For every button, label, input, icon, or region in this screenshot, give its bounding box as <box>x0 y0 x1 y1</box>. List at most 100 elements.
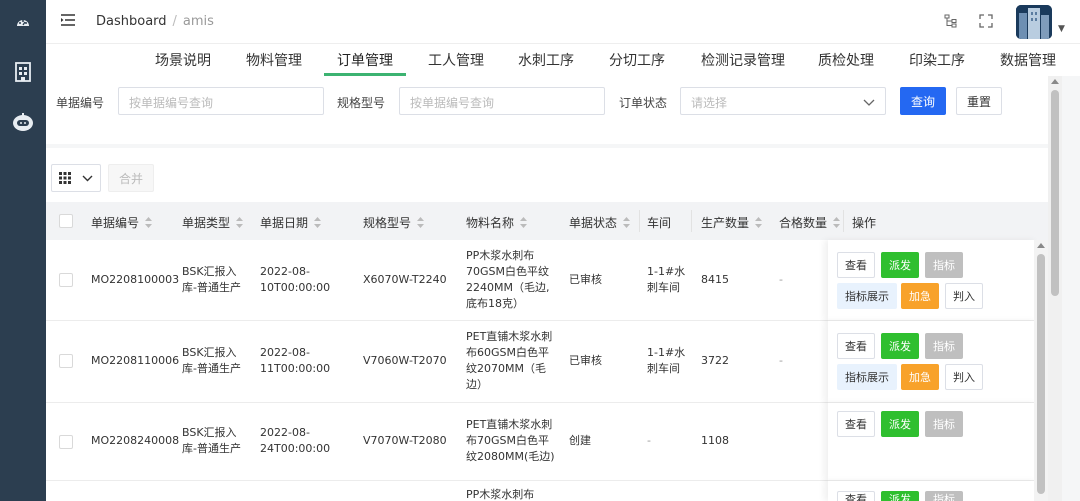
cell-production-qty: 1108 <box>701 434 729 447</box>
table-scrollbar-thumb[interactable] <box>1037 254 1045 494</box>
urgent-button[interactable]: 加急 <box>901 364 939 390</box>
cell-material-name: PP木浆水刺布 70GSM白色平纹 2240MM（毛边, 底布18克） <box>466 249 550 310</box>
cell-spec-model: V7070W-T2080 <box>363 434 447 447</box>
col-production-qty[interactable]: 生产数量 <box>701 214 763 231</box>
user-avatar[interactable] <box>1016 5 1052 39</box>
cell-order-type: BSK汇报入 库-普通生产 <box>182 346 241 375</box>
col-order-number[interactable]: 单据编号 <box>91 214 153 231</box>
cell-order-date: 2022-08- 24T00:00:00 <box>260 426 331 455</box>
robot-icon[interactable] <box>11 110 35 134</box>
col-order-type[interactable]: 单据类型 <box>182 214 244 231</box>
cell-material-name: PET直铺木浆水刺 布70GSM白色平 纹2080MM(毛边) <box>466 418 555 463</box>
filter-form: 单据编号 按单据编号查询 规格型号 按单据编号查询 订单状态 请选择 查询 重置 <box>46 76 1048 144</box>
table-scrollbar[interactable] <box>1034 240 1048 501</box>
cell-order-type: BSK汇报入 库-普通生产 <box>182 426 241 455</box>
spec-model-input[interactable]: 按单据编号查询 <box>399 87 605 115</box>
chevron-down-icon[interactable]: ▼ <box>1058 24 1065 34</box>
page-scrollbar-thumb[interactable] <box>1051 90 1059 296</box>
order-number-label: 单据编号 <box>56 96 105 110</box>
index-button[interactable]: 指标 <box>925 333 963 359</box>
spec-model-label: 规格型号 <box>337 96 386 110</box>
cell-order-number: MO2208100003 <box>91 273 180 286</box>
tab-material[interactable]: 物料管理 <box>246 50 302 70</box>
urgent-button[interactable]: 加急 <box>901 283 939 309</box>
row-checkbox[interactable] <box>59 354 73 368</box>
order-number-input[interactable]: 按单据编号查询 <box>118 87 324 115</box>
order-status-select[interactable]: 请选择 <box>680 87 886 115</box>
chevron-down-icon <box>82 175 93 182</box>
col-passed-qty[interactable]: 合格数量 <box>779 214 841 231</box>
grid-icon <box>59 172 71 184</box>
select-all-checkbox[interactable] <box>59 214 73 228</box>
col-spec-model[interactable]: 规格型号 <box>363 214 425 231</box>
index-button[interactable]: 指标 <box>925 252 963 278</box>
reset-button[interactable]: 重置 <box>956 87 1002 115</box>
left-sidebar <box>0 0 46 501</box>
row-checkbox[interactable] <box>59 273 73 287</box>
page-scrollbar[interactable] <box>1048 76 1062 501</box>
show-index-button[interactable]: 指标展示 <box>837 283 897 309</box>
view-button[interactable]: 查看 <box>837 252 875 278</box>
judge-in-button[interactable]: 判入 <box>945 283 983 309</box>
cell-spec-model: V7060W-T2070 <box>363 354 447 367</box>
breadcrumb-dashboard[interactable]: Dashboard <box>96 14 167 29</box>
cell-spec-model: X6070W-T2240 <box>363 273 447 286</box>
col-order-date[interactable]: 单据日期 <box>260 214 322 231</box>
fullscreen-icon[interactable] <box>979 14 993 28</box>
tab-data-management[interactable]: 数据管理 <box>1000 50 1056 70</box>
cell-order-status: 创建 <box>569 434 591 447</box>
order-status-placeholder: 请选择 <box>691 96 728 110</box>
cell-order-date: 2022-08- 10T00:00:00 <box>260 265 331 294</box>
cell-order-date: 2022-08- 11T00:00:00 <box>260 346 331 375</box>
index-button[interactable]: 指标 <box>925 411 963 437</box>
cell-order-number: MO2208240008 <box>91 434 180 447</box>
menu-toggle-icon[interactable] <box>60 13 76 29</box>
building-icon[interactable] <box>11 60 35 84</box>
tab-qc[interactable]: 质检处理 <box>818 50 874 70</box>
dispatch-button[interactable]: 派发 <box>881 491 919 501</box>
index-button[interactable]: 指标 <box>925 491 963 501</box>
tab-slitting[interactable]: 分切工序 <box>609 50 665 70</box>
sort-icon <box>833 217 841 228</box>
dispatch-button[interactable]: 派发 <box>881 252 919 278</box>
sort-icon <box>520 217 528 228</box>
cell-workshop: 1-1#水 刺车间 <box>647 265 686 294</box>
show-index-button[interactable]: 指标展示 <box>837 364 897 390</box>
col-workshop: 车间 <box>647 216 672 230</box>
judge-in-button[interactable]: 判入 <box>945 364 983 390</box>
col-material-name[interactable]: 物料名称 <box>466 214 528 231</box>
view-button[interactable]: 查看 <box>837 411 875 437</box>
scroll-up-icon <box>1037 243 1045 248</box>
tab-order[interactable]: 订单管理 <box>337 50 393 70</box>
cell-order-number: MO2208110006 <box>91 354 180 367</box>
view-button[interactable]: 查看 <box>837 333 875 359</box>
dispatch-button[interactable]: 派发 <box>881 411 919 437</box>
tab-scene-intro[interactable]: 场景说明 <box>155 50 211 70</box>
dashboard-icon[interactable] <box>11 10 35 34</box>
cell-passed-qty: - <box>779 354 783 367</box>
sort-icon <box>755 217 763 228</box>
row-actions: 查看 派发 指标 <box>828 403 1038 481</box>
dispatch-button[interactable]: 派发 <box>881 333 919 359</box>
breadcrumb-amis: amis <box>182 14 214 29</box>
merge-button[interactable]: 合并 <box>108 164 154 192</box>
table-header: 单据编号 单据类型 单据日期 规格型号 物料名称 单据状态 车间 生产数量 合格… <box>46 202 1048 240</box>
order-status-label: 订单状态 <box>619 96 668 110</box>
column-toggle-button[interactable] <box>51 164 101 192</box>
col-order-status[interactable]: 单据状态 <box>569 214 631 231</box>
row-checkbox[interactable] <box>59 435 73 449</box>
tab-spunlace[interactable]: 水刺工序 <box>518 50 574 70</box>
sort-icon <box>314 217 322 228</box>
view-button[interactable]: 查看 <box>837 491 875 501</box>
cell-workshop: 1-1#水 刺车间 <box>647 346 686 375</box>
cell-order-status: 已审核 <box>569 273 602 286</box>
cell-order-type: BSK汇报入 库-普通生产 <box>182 265 241 294</box>
cell-passed-qty: - <box>779 273 783 286</box>
tab-worker[interactable]: 工人管理 <box>428 50 484 70</box>
tab-inspection-records[interactable]: 检测记录管理 <box>701 50 785 70</box>
query-button[interactable]: 查询 <box>900 87 946 115</box>
row-actions: 查看 派发 指标 指标展示 加急 判入 <box>828 321 1038 403</box>
tab-dyeing[interactable]: 印染工序 <box>909 50 965 70</box>
tree-structure-icon[interactable] <box>944 14 958 28</box>
cell-production-qty: 8415 <box>701 273 729 286</box>
